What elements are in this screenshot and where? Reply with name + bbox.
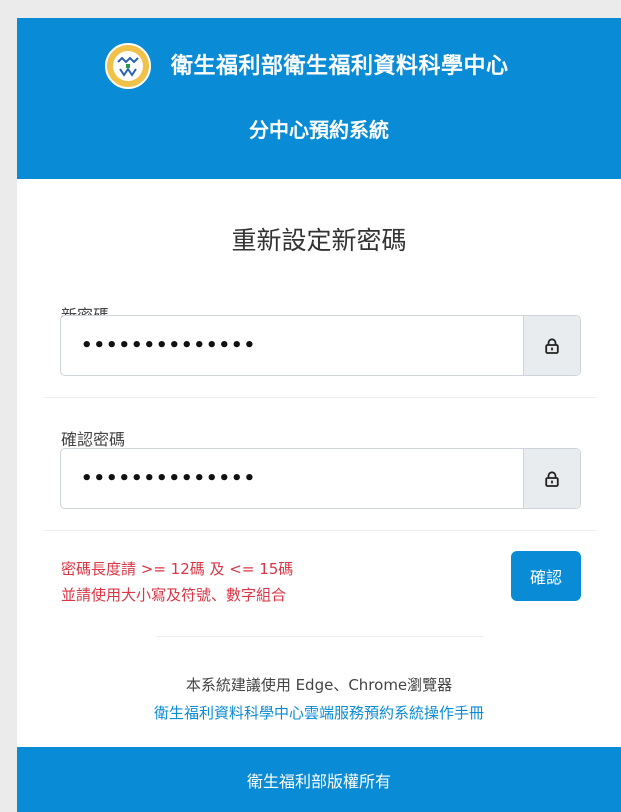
password-complexity-hint: 並請使用大小寫及符號、數字組合	[61, 586, 287, 604]
password-rule-hint: 密碼長度請 >= 12碼 及 <= 15碼	[61, 560, 294, 578]
copyright-text: 衛生福利部版權所有	[246, 771, 391, 791]
divider	[44, 397, 597, 398]
footer: 衛生福利部版權所有	[17, 747, 621, 812]
confirm-password-group	[60, 448, 581, 509]
confirm-button[interactable]: 確認	[511, 551, 581, 601]
system-name: 分中心預約系統	[249, 118, 389, 142]
ministry-logo-icon	[105, 43, 151, 89]
lock-icon	[545, 470, 559, 487]
divider	[157, 636, 484, 637]
new-password-input[interactable]	[61, 316, 524, 375]
confirm-password-label: 確認密碼	[61, 430, 126, 449]
confirm-password-input[interactable]	[61, 449, 524, 508]
lock-icon	[545, 337, 559, 354]
browser-recommendation: 本系統建議使用 Edge、Chrome瀏覽器	[185, 676, 453, 694]
new-password-group	[60, 315, 581, 376]
header: 衛生福利部衛生福利資料科學中心 分中心預約系統	[17, 18, 621, 179]
divider	[44, 530, 597, 531]
confirm-password-lock-addon	[523, 449, 580, 508]
org-name: 衛生福利部衛生福利資料科學中心	[171, 54, 509, 79]
new-password-lock-addon	[523, 316, 580, 375]
form-title: 重新設定新密碼	[231, 226, 407, 255]
login-card: 衛生福利部衛生福利資料科學中心 分中心預約系統 重新設定新密碼 新密碼 確認密碼…	[17, 18, 621, 812]
manual-link[interactable]: 衛生福利資料科學中心雲端服務預約系統操作手冊	[17, 702, 621, 723]
